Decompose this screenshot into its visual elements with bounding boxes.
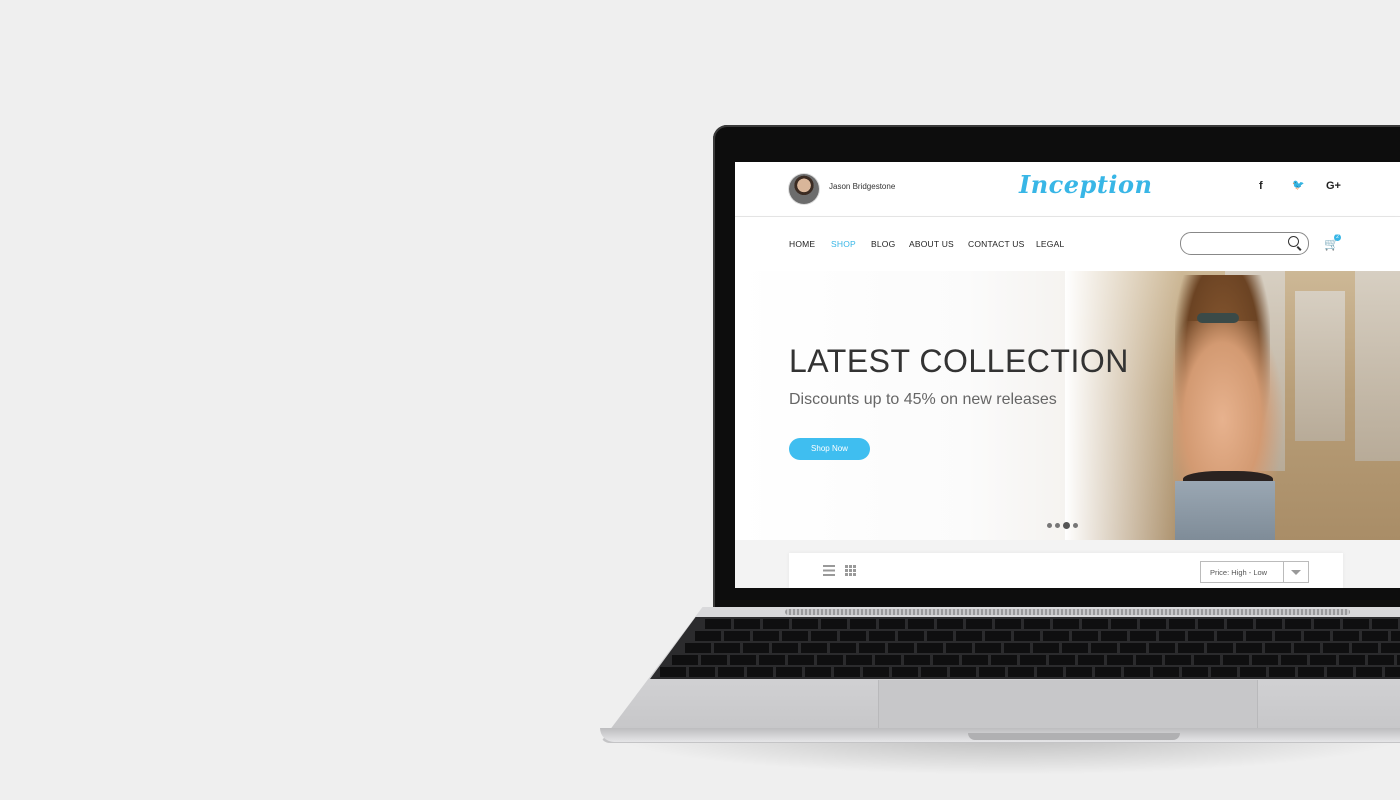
nav-item-home[interactable]: HOME: [789, 239, 815, 249]
twitter-icon[interactable]: 🐦: [1292, 180, 1304, 191]
model-jeans: [1175, 481, 1275, 540]
shop-now-button[interactable]: Shop Now: [789, 438, 870, 460]
sort-dropdown[interactable]: Price: High - Low: [1200, 561, 1309, 583]
chevron-down-icon[interactable]: [1283, 562, 1308, 582]
cart-count-badge: 2: [1334, 234, 1341, 241]
speaker-grille: [785, 609, 1350, 615]
model-sunglasses: [1197, 313, 1239, 323]
nav-item-contact-us[interactable]: CONTACT US: [968, 239, 1024, 249]
grid-view-icon[interactable]: [845, 565, 856, 576]
sort-selected-value: Price: High - Low: [1210, 568, 1268, 577]
top-bar: Jason Bridgestone Inception f 🐦 G+: [735, 162, 1400, 217]
search-input[interactable]: [1180, 232, 1309, 255]
slider-dot[interactable]: [1055, 523, 1060, 528]
google-plus-icon[interactable]: G+: [1326, 180, 1341, 192]
hero-title: LATEST COLLECTION: [789, 343, 1129, 379]
browser-screen: Jason Bridgestone Inception f 🐦 G+ HOME …: [735, 162, 1400, 588]
keyboard: [650, 617, 1400, 679]
trackpad: [878, 680, 1258, 730]
slider-dot[interactable]: [1073, 523, 1078, 528]
slider-dot-active[interactable]: [1063, 522, 1070, 529]
lid-notch: [968, 733, 1180, 740]
nav-item-legal[interactable]: LEGAL: [1036, 239, 1064, 249]
nav-item-blog[interactable]: BLOG: [871, 239, 895, 249]
slider-dots: [1047, 515, 1081, 533]
site-logo[interactable]: Inception: [1019, 170, 1153, 199]
search-icon[interactable]: [1288, 236, 1299, 247]
facebook-icon[interactable]: f: [1259, 180, 1263, 192]
main-nav: HOME SHOP BLOG ABOUT US CONTACT US LEGAL…: [735, 217, 1400, 271]
list-view-icon[interactable]: [823, 565, 835, 576]
nav-item-about-us[interactable]: ABOUT US: [909, 239, 954, 249]
nav-item-shop[interactable]: SHOP: [831, 239, 856, 249]
user-name[interactable]: Jason Bridgestone: [829, 182, 895, 191]
avatar[interactable]: [789, 174, 819, 204]
hero-subtitle: Discounts up to 45% on new releases: [789, 391, 1057, 408]
slider-dot[interactable]: [1047, 523, 1052, 528]
hero-banner: LATEST COLLECTION Discounts up to 45% on…: [735, 271, 1400, 540]
product-toolbar: Price: High - Low: [789, 553, 1343, 588]
